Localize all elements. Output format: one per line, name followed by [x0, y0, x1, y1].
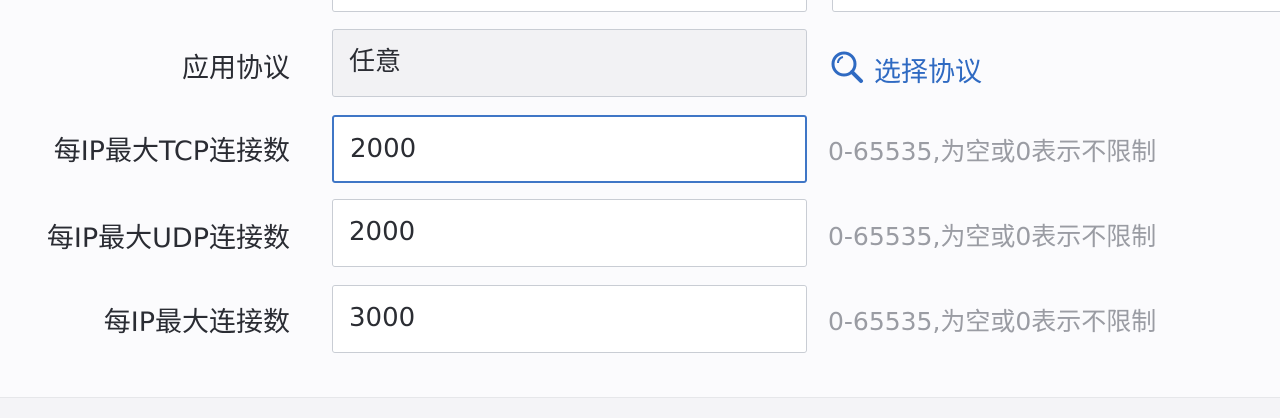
- total-limit-label: 每IP最大连接数: [103, 307, 290, 338]
- form-footer-bar: [0, 397, 1280, 418]
- udp-limit-label: 每IP最大UDP连接数: [46, 223, 290, 254]
- total-limit-hint: 0-65535,为空或0表示不限制: [828, 307, 1157, 336]
- tcp-limit-input[interactable]: 2000: [332, 115, 807, 183]
- search-icon: [830, 50, 874, 96]
- select-protocol-button[interactable]: 选择协议: [830, 50, 982, 96]
- select-protocol-label: 选择协议: [874, 57, 982, 88]
- previous-row-input[interactable]: [332, 0, 807, 12]
- protocol-label: 应用协议: [182, 53, 290, 84]
- total-limit-input[interactable]: 3000: [332, 285, 807, 353]
- connection-limit-form: 应用协议 任意 选择协议 每IP最大TCP连接数 2000 0-65535,为空…: [0, 0, 1280, 418]
- udp-limit-hint: 0-65535,为空或0表示不限制: [828, 222, 1157, 251]
- protocol-field[interactable]: 任意: [332, 29, 807, 97]
- previous-row-input-secondary[interactable]: [832, 0, 1280, 12]
- tcp-limit-label: 每IP最大TCP连接数: [53, 136, 290, 167]
- udp-limit-input[interactable]: 2000: [332, 199, 807, 267]
- tcp-limit-hint: 0-65535,为空或0表示不限制: [828, 137, 1157, 166]
